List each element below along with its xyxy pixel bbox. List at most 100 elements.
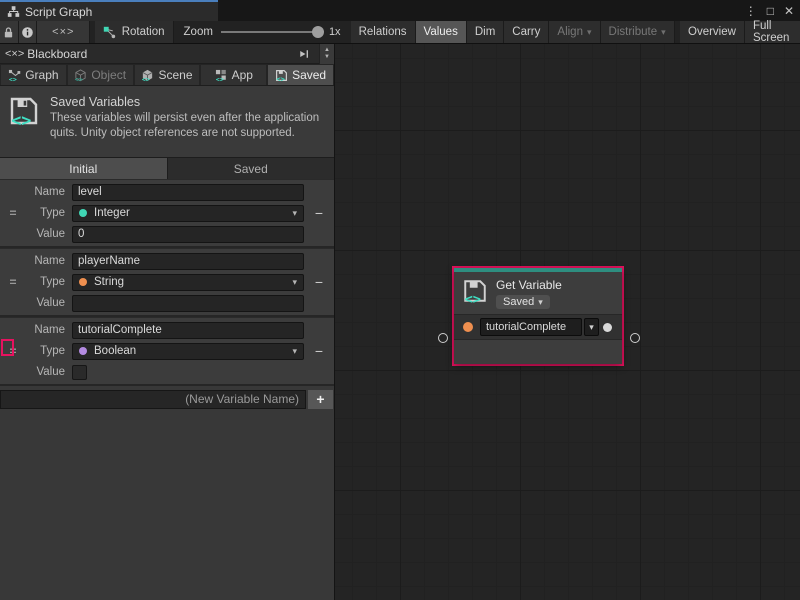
dock-panel-button[interactable] bbox=[298, 48, 310, 60]
name-label: Name bbox=[26, 324, 72, 336]
type-label: Type bbox=[26, 207, 72, 219]
graph-toolbar: <×> Rotation Zoom 1x Relations Values Di… bbox=[0, 21, 800, 44]
tab-app[interactable]: <> App bbox=[201, 65, 266, 85]
value-label: Value bbox=[26, 366, 72, 378]
remove-variable-button[interactable]: − bbox=[304, 205, 334, 221]
string-input-port[interactable] bbox=[463, 322, 473, 332]
chevron-down-icon: ▾ bbox=[538, 297, 543, 308]
toolbar-button-carry[interactable]: Carry bbox=[504, 21, 549, 43]
window-tab-bar: Script Graph ⋮ □ ✕ bbox=[0, 0, 800, 21]
blackboard-header: <×> Blackboard ▲ ▼ bbox=[0, 44, 334, 64]
zoom-slider[interactable] bbox=[221, 31, 321, 33]
visual-scripting-icon: <×> bbox=[5, 48, 24, 60]
graph-tab-icon: <> bbox=[8, 69, 21, 82]
lock-button[interactable] bbox=[0, 21, 19, 43]
output-connection-port[interactable] bbox=[630, 333, 640, 343]
code-icon: <×> bbox=[52, 26, 74, 38]
svg-text:<>: <> bbox=[11, 110, 31, 127]
toolbar-button-overview[interactable]: Overview bbox=[680, 21, 745, 43]
lock-icon bbox=[2, 26, 15, 39]
object-tab-icon: <> bbox=[74, 69, 87, 82]
chevron-down-icon: ▾ bbox=[292, 208, 297, 219]
info-description: These variables will persist even after … bbox=[50, 111, 325, 141]
panel-scroll-arrows[interactable]: ▲ ▼ bbox=[319, 44, 334, 64]
tab-saved[interactable]: <> Saved bbox=[268, 65, 333, 85]
drag-handle-icon[interactable]: = bbox=[0, 275, 26, 289]
variable-card-level: Name = Type Integer ▾ − Value bbox=[0, 179, 334, 248]
new-variable-row: + bbox=[0, 389, 334, 409]
tab-title: Script Graph bbox=[25, 5, 92, 19]
scene-tab-icon: <> bbox=[141, 69, 154, 82]
tab-object[interactable]: <> Object bbox=[68, 65, 133, 85]
variable-name-input[interactable] bbox=[72, 184, 304, 201]
saved-tab-icon: <> bbox=[275, 69, 288, 82]
blackboard-title: Blackboard bbox=[27, 47, 295, 61]
blackboard-panel: <×> Blackboard ▲ ▼ <> Graph bbox=[0, 44, 335, 600]
string-type-dot bbox=[79, 278, 87, 286]
inspect-button[interactable] bbox=[19, 21, 38, 43]
variable-card-tutorialComplete: Name = Type Boolean ▾ − Value bbox=[0, 317, 334, 386]
chevron-down-icon: ▾ bbox=[589, 322, 594, 333]
type-dropdown[interactable]: String ▾ bbox=[72, 274, 304, 291]
close-icon[interactable]: ✕ bbox=[784, 4, 794, 18]
variable-name-input[interactable] bbox=[72, 322, 304, 339]
scroll-down-icon[interactable]: ▼ bbox=[324, 54, 330, 61]
name-label: Name bbox=[26, 186, 72, 198]
info-icon bbox=[21, 26, 34, 39]
code-preview-button[interactable]: <×> bbox=[37, 21, 90, 43]
variable-value-input[interactable] bbox=[72, 226, 304, 243]
drag-handle-highlight bbox=[1, 339, 14, 356]
subtab-saved[interactable]: Saved bbox=[168, 158, 335, 179]
graph-canvas[interactable]: <> Get Variable Saved ▾ tutorialComplete… bbox=[335, 44, 800, 600]
add-variable-button[interactable]: + bbox=[308, 390, 333, 409]
tab-scene[interactable]: <> Scene bbox=[135, 65, 200, 85]
info-title: Saved Variables bbox=[50, 95, 325, 109]
node-selection-highlight: <> Get Variable Saved ▾ tutorialComplete… bbox=[452, 266, 624, 366]
variable-scope-dropdown[interactable]: Saved ▾ bbox=[496, 295, 550, 309]
variable-picker-button[interactable]: ▾ bbox=[584, 318, 599, 336]
window-menu-icon[interactable]: ⋮ bbox=[745, 4, 757, 18]
svg-text:<>: <> bbox=[276, 74, 285, 81]
toolbar-button-values[interactable]: Values bbox=[416, 21, 467, 43]
toolbar-button-distribute[interactable]: Distribute ▾ bbox=[601, 21, 675, 43]
remove-variable-button[interactable]: − bbox=[304, 274, 334, 290]
zoom-value: 1x bbox=[329, 26, 341, 38]
remove-variable-button[interactable]: − bbox=[304, 343, 334, 359]
rotation-icon bbox=[103, 26, 116, 39]
script-graph-icon bbox=[7, 5, 20, 18]
toolbar-button-full-screen[interactable]: Full Screen bbox=[745, 21, 800, 43]
type-label: Type bbox=[26, 345, 72, 357]
variable-name-field[interactable]: tutorialComplete bbox=[480, 318, 582, 336]
floppy-disk-icon: <> bbox=[8, 95, 40, 149]
new-variable-input[interactable] bbox=[0, 390, 306, 409]
variable-name-input[interactable] bbox=[72, 253, 304, 270]
tab-graph[interactable]: <> Graph bbox=[1, 65, 66, 85]
variable-card-playerName: Name = Type String ▾ − Value bbox=[0, 248, 334, 317]
zoom-label: Zoom bbox=[184, 26, 213, 38]
type-dropdown[interactable]: Boolean ▾ bbox=[72, 343, 304, 360]
type-dropdown[interactable]: Integer ▾ bbox=[72, 205, 304, 222]
value-output-port[interactable] bbox=[603, 323, 612, 332]
node-title: Get Variable bbox=[496, 278, 562, 292]
toolbar-button-align[interactable]: Align ▾ bbox=[549, 21, 600, 43]
toolbar-button-relations[interactable]: Relations bbox=[351, 21, 416, 43]
type-label: Type bbox=[26, 276, 72, 288]
value-mode-tabs: Initial Saved bbox=[0, 157, 334, 179]
tab-script-graph[interactable]: Script Graph bbox=[0, 0, 218, 21]
drag-handle-icon[interactable]: = bbox=[0, 206, 26, 220]
svg-text:<>: <> bbox=[9, 75, 17, 81]
boolean-value-checkbox[interactable] bbox=[72, 365, 87, 380]
variable-value-input[interactable] bbox=[72, 295, 304, 312]
zoom-slider-knob[interactable] bbox=[312, 26, 324, 38]
saved-variables-info: <> Saved Variables These variables will … bbox=[0, 86, 334, 157]
input-connection-port[interactable] bbox=[438, 333, 448, 343]
subtab-initial[interactable]: Initial bbox=[0, 158, 168, 179]
maximize-icon[interactable]: □ bbox=[767, 4, 774, 18]
toolbar-button-dim[interactable]: Dim bbox=[467, 21, 504, 43]
rotation-button[interactable]: Rotation bbox=[95, 21, 174, 43]
value-label: Value bbox=[26, 297, 72, 309]
get-variable-node[interactable]: <> Get Variable Saved ▾ tutorialComplete… bbox=[454, 268, 622, 364]
variable-scope-tabs: <> Graph <> Object <> Scene bbox=[0, 64, 334, 86]
scroll-up-icon[interactable]: ▲ bbox=[324, 47, 330, 54]
app-tab-icon: <> bbox=[215, 69, 228, 82]
